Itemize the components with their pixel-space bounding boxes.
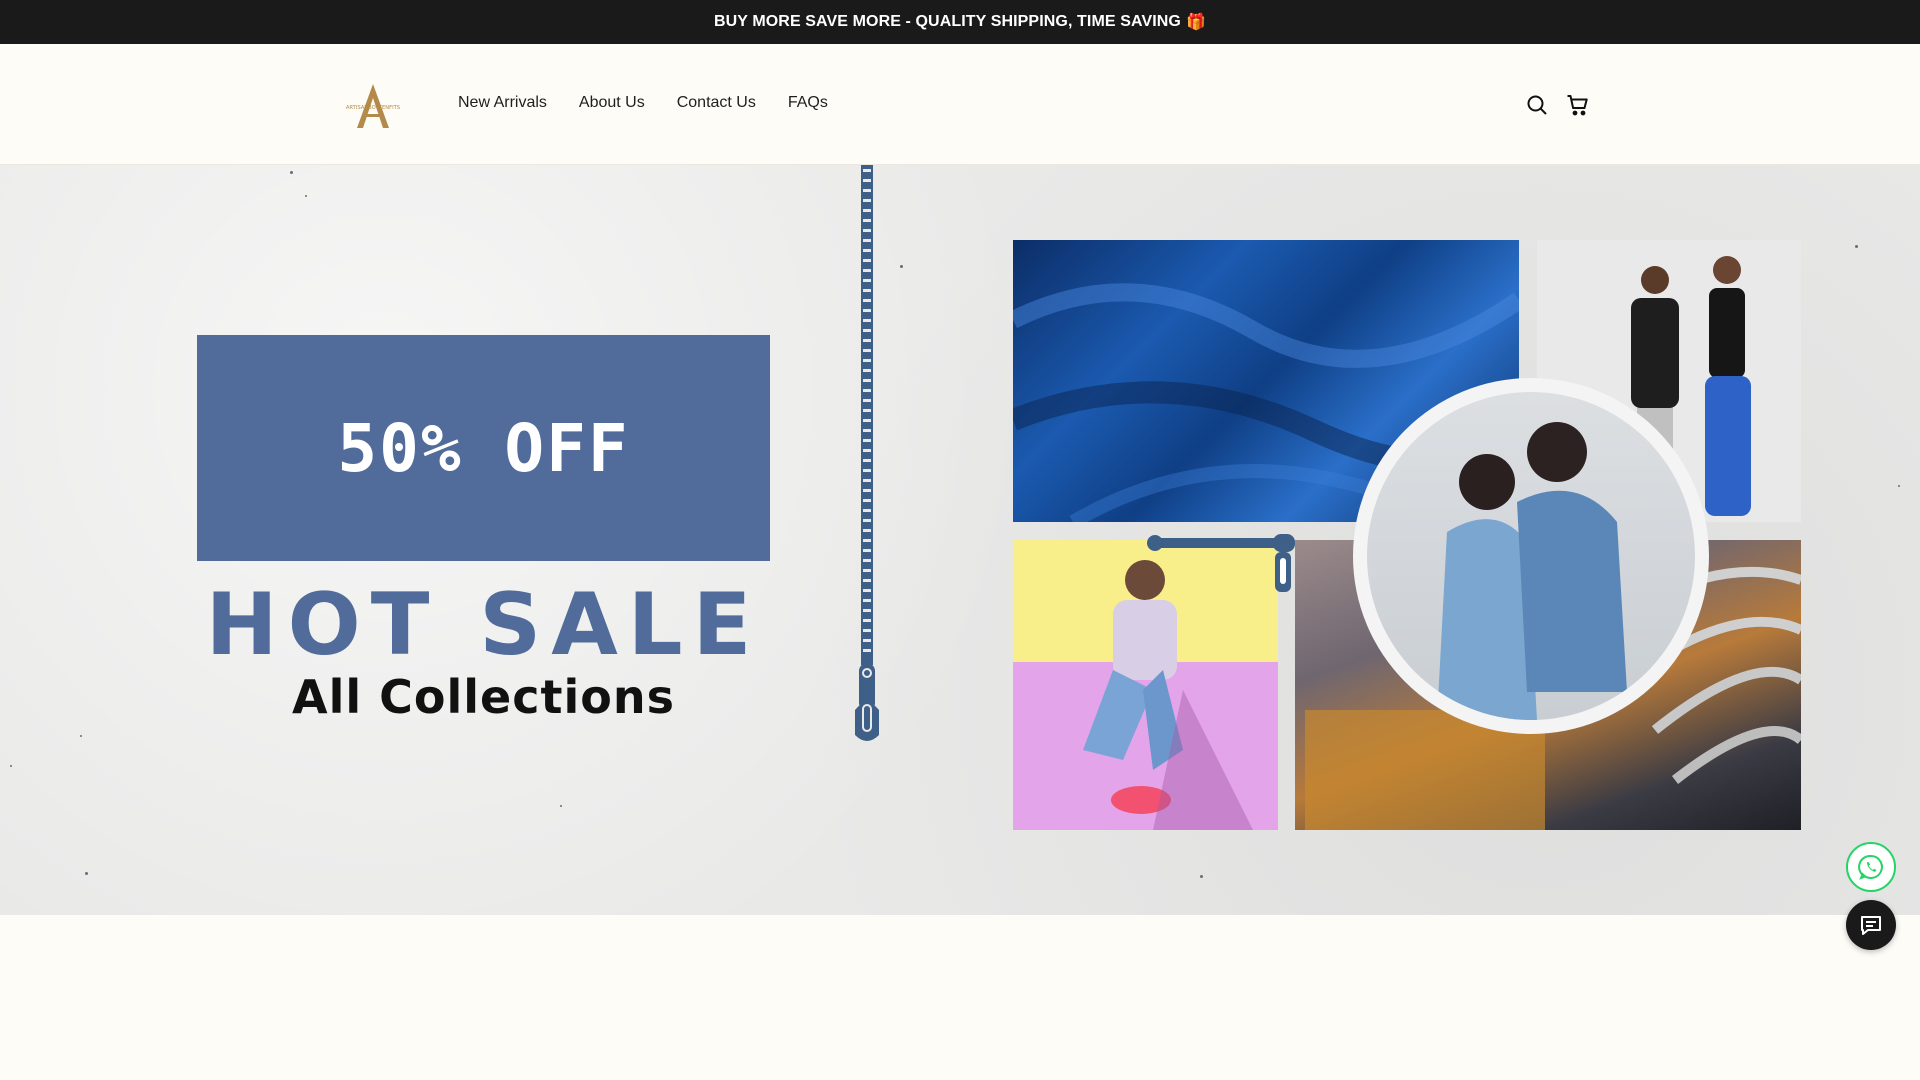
- nav-new-arrivals[interactable]: New Arrivals: [458, 94, 547, 112]
- texture-speck: [560, 805, 562, 807]
- hero-subheadline: All Collections: [292, 670, 675, 724]
- main-nav: New Arrivals About Us Contact Us FAQs: [458, 94, 828, 112]
- offer-box: 50% OFF: [197, 335, 770, 561]
- nav-contact-us[interactable]: Contact Us: [677, 94, 756, 112]
- whatsapp-button[interactable]: [1846, 842, 1896, 892]
- nav-faqs[interactable]: FAQs: [788, 94, 828, 112]
- whatsapp-icon: [1858, 854, 1883, 880]
- texture-speck: [10, 765, 12, 767]
- nav-about-us[interactable]: About Us: [579, 94, 645, 112]
- announcement-bar: BUY MORE SAVE MORE - QUALITY SHIPPING, T…: [0, 0, 1920, 44]
- product-collage[interactable]: [1013, 240, 1801, 830]
- offer-text: 50% OFF: [337, 409, 630, 487]
- site-header: ARTISANBOTTENFITS New Arrivals About Us …: [0, 44, 1920, 165]
- denim-jacket-photo: [1353, 378, 1709, 734]
- texture-speck: [1200, 875, 1203, 878]
- announcement-text: BUY MORE SAVE MORE - QUALITY SHIPPING, T…: [713, 13, 1181, 30]
- texture-speck: [900, 265, 903, 268]
- texture-speck: [85, 872, 88, 875]
- texture-speck: [305, 195, 307, 197]
- cart-icon[interactable]: [1564, 91, 1592, 119]
- texture-speck: [80, 735, 82, 737]
- gift-icon: 🎁: [1185, 14, 1206, 31]
- texture-speck: [1898, 485, 1900, 487]
- search-icon[interactable]: [1523, 91, 1551, 119]
- zipper-accent: [1147, 534, 1295, 592]
- hero-banner[interactable]: 50% OFF HOT SALE All Collections: [0, 165, 1920, 915]
- logo-wordmark: ARTISANBOTTENFITS: [346, 105, 400, 111]
- chat-icon: [1861, 916, 1881, 935]
- texture-speck: [1855, 245, 1858, 248]
- texture-speck: [290, 171, 293, 174]
- zipper-graphic: [855, 165, 879, 741]
- hero-headline: HOT SALE: [205, 575, 762, 675]
- chat-button[interactable]: [1846, 900, 1896, 950]
- brand-logo[interactable]: ARTISANBOTTENFITS: [333, 82, 413, 130]
